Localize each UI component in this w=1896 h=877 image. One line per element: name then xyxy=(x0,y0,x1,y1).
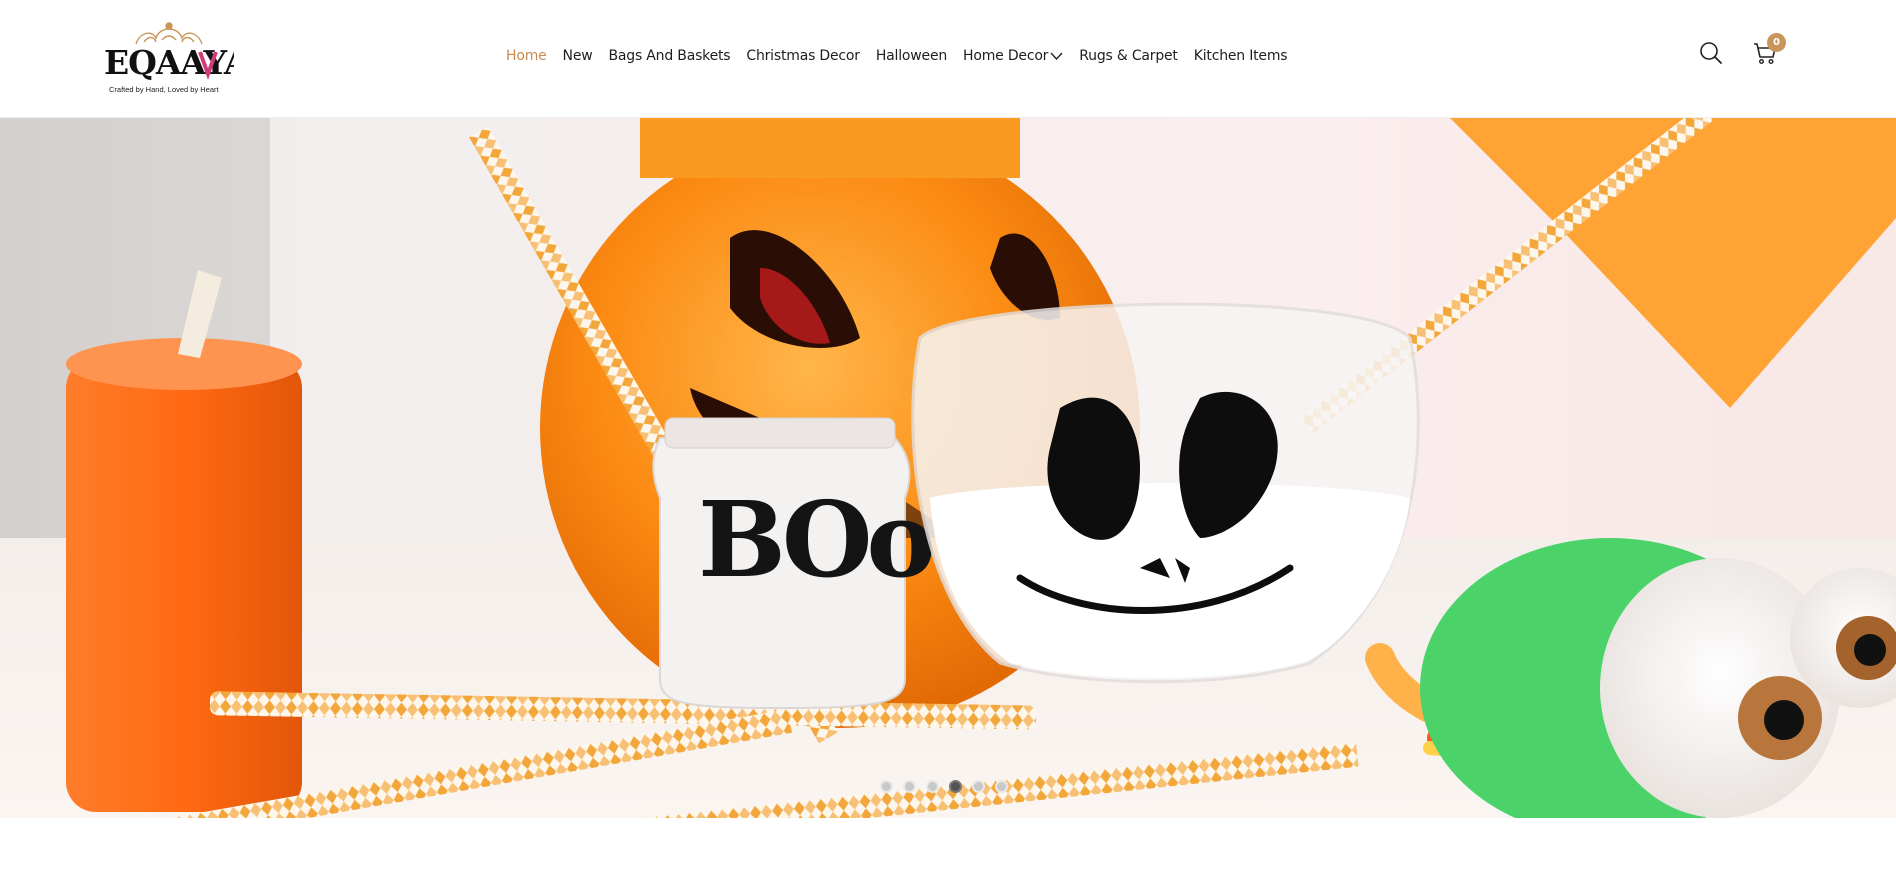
nav-item-bags-and-baskets[interactable]: Bags And Baskets xyxy=(608,48,730,64)
site-header: EQAAYA Crafted by Hand, Loved by Heart H… xyxy=(0,0,1896,118)
boo-jar: BOo xyxy=(652,417,938,710)
nav-label: Home xyxy=(506,48,547,64)
nav-item-halloween[interactable]: Halloween xyxy=(876,48,947,64)
logo: EQAAYA Crafted by Hand, Loved by Heart xyxy=(104,22,234,94)
candle xyxy=(66,270,302,812)
chevron-down-icon xyxy=(1050,52,1063,60)
hero-image: BOo xyxy=(0,118,1896,818)
slider-dot[interactable] xyxy=(972,780,985,793)
jar-text: BOo xyxy=(698,478,932,601)
nav-label: Halloween xyxy=(875,48,948,64)
nav-label: Christmas Decor xyxy=(746,48,860,64)
nav-item-kitchen-items[interactable]: Kitchen Items xyxy=(1194,48,1288,64)
header-tools: 0 xyxy=(1698,33,1786,66)
hero-slider[interactable]: BOo xyxy=(0,118,1896,818)
skull-bowl xyxy=(911,302,1420,684)
main-nav: Home New Bags And Baskets Christmas Deco… xyxy=(506,48,1303,64)
nav-item-rugs-carpet[interactable]: Rugs & Carpet xyxy=(1079,48,1178,64)
slider-dot[interactable] xyxy=(995,780,1008,793)
nav-label: Rugs & Carpet xyxy=(1079,48,1178,64)
nav-item-home[interactable]: Home xyxy=(506,48,547,64)
nav-label: New xyxy=(562,48,593,64)
slider-dot[interactable] xyxy=(926,780,939,793)
crown-ornament xyxy=(135,22,203,45)
nav-item-christmas-decor[interactable]: Christmas Decor xyxy=(746,48,860,64)
slider-dot-active[interactable] xyxy=(949,780,962,793)
nav-item-new[interactable]: New xyxy=(563,48,593,64)
nav-label: Bags And Baskets xyxy=(608,48,731,64)
search-button[interactable] xyxy=(1698,40,1724,66)
nav-label: Home Decor xyxy=(963,48,1049,64)
slider-dots xyxy=(880,780,1018,793)
slider-dot[interactable] xyxy=(880,780,893,793)
search-icon xyxy=(1700,42,1722,64)
slider-dot[interactable] xyxy=(903,780,916,793)
brand-text: EQAAYA xyxy=(104,43,234,82)
logo-tagline: Crafted by Hand, Loved by Heart xyxy=(109,85,220,94)
cart-button[interactable]: 0 xyxy=(1752,33,1786,66)
nav-label: Kitchen Items xyxy=(1193,48,1288,64)
nav-item-home-decor[interactable]: Home Decor xyxy=(963,48,1063,64)
cart-count-badge: 0 xyxy=(1767,33,1786,52)
